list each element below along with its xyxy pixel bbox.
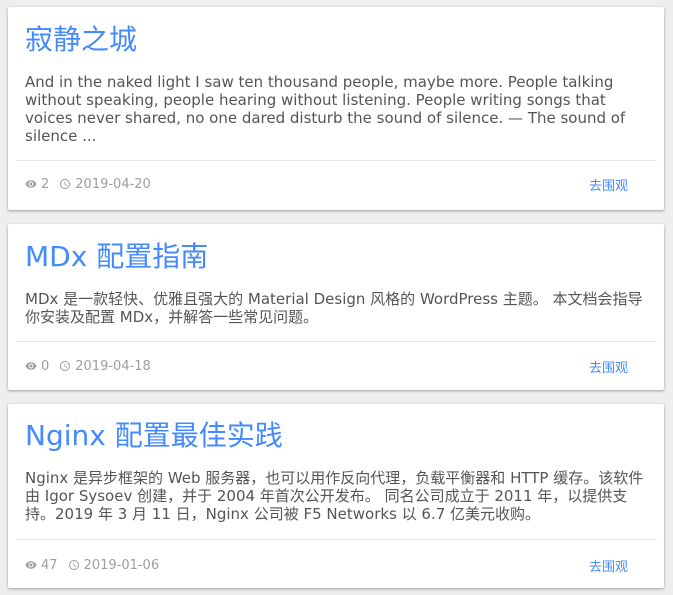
read-more-link[interactable]: 去围观	[589, 357, 628, 376]
view-count: 2	[25, 177, 49, 192]
view-count-value: 2	[41, 176, 50, 192]
read-more-link[interactable]: 去围观	[589, 556, 628, 575]
post-excerpt: Nginx 是异步框架的 Web 服务器，也可以用作反向代理，负载平衡器和 HT…	[25, 469, 644, 523]
clock-icon	[60, 179, 71, 189]
post-meta-bar: 47 2019-01-06 去围观	[25, 556, 628, 575]
post-title[interactable]: 寂静之城	[25, 23, 137, 57]
post-card: MDx 配置指南 MDx 是一款轻快、优雅且强大的 Material Desig…	[8, 224, 664, 390]
eye-icon	[25, 561, 37, 569]
post-date: 2019-04-20	[59, 177, 151, 192]
post-date-value: 2019-04-20	[75, 176, 151, 192]
post-excerpt: And in the naked light I saw ten thousan…	[25, 73, 626, 145]
post-card: 寂静之城 And in the naked light I saw ten th…	[8, 7, 664, 210]
card-divider	[16, 341, 657, 342]
clock-icon	[68, 560, 79, 570]
view-count: 47	[25, 558, 58, 573]
view-count: 0	[25, 359, 49, 374]
post-card: Nginx 配置最佳实践 Nginx 是异步框架的 Web 服务器，也可以用作反…	[8, 404, 664, 588]
read-more-link[interactable]: 去围观	[589, 175, 628, 194]
post-date: 2019-04-18	[59, 359, 151, 374]
card-divider	[16, 160, 657, 161]
post-date: 2019-01-06	[68, 557, 160, 573]
clock-icon	[60, 361, 71, 371]
view-count-value: 47	[41, 557, 58, 573]
post-meta-bar: 2 2019-04-20 去围观	[25, 175, 628, 194]
post-title[interactable]: Nginx 配置最佳实践	[25, 419, 283, 453]
post-excerpt: MDx 是一款轻快、优雅且强大的 Material Design 风格的 Wor…	[25, 290, 643, 326]
post-meta-bar: 0 2019-04-18 去围观	[25, 357, 628, 376]
post-title[interactable]: MDx 配置指南	[25, 240, 208, 274]
eye-icon	[25, 362, 37, 370]
post-date-value: 2019-04-18	[75, 358, 151, 374]
view-count-value: 0	[41, 358, 50, 374]
post-date-value: 2019-01-06	[83, 557, 160, 573]
eye-icon	[25, 180, 37, 188]
card-divider	[16, 539, 657, 540]
